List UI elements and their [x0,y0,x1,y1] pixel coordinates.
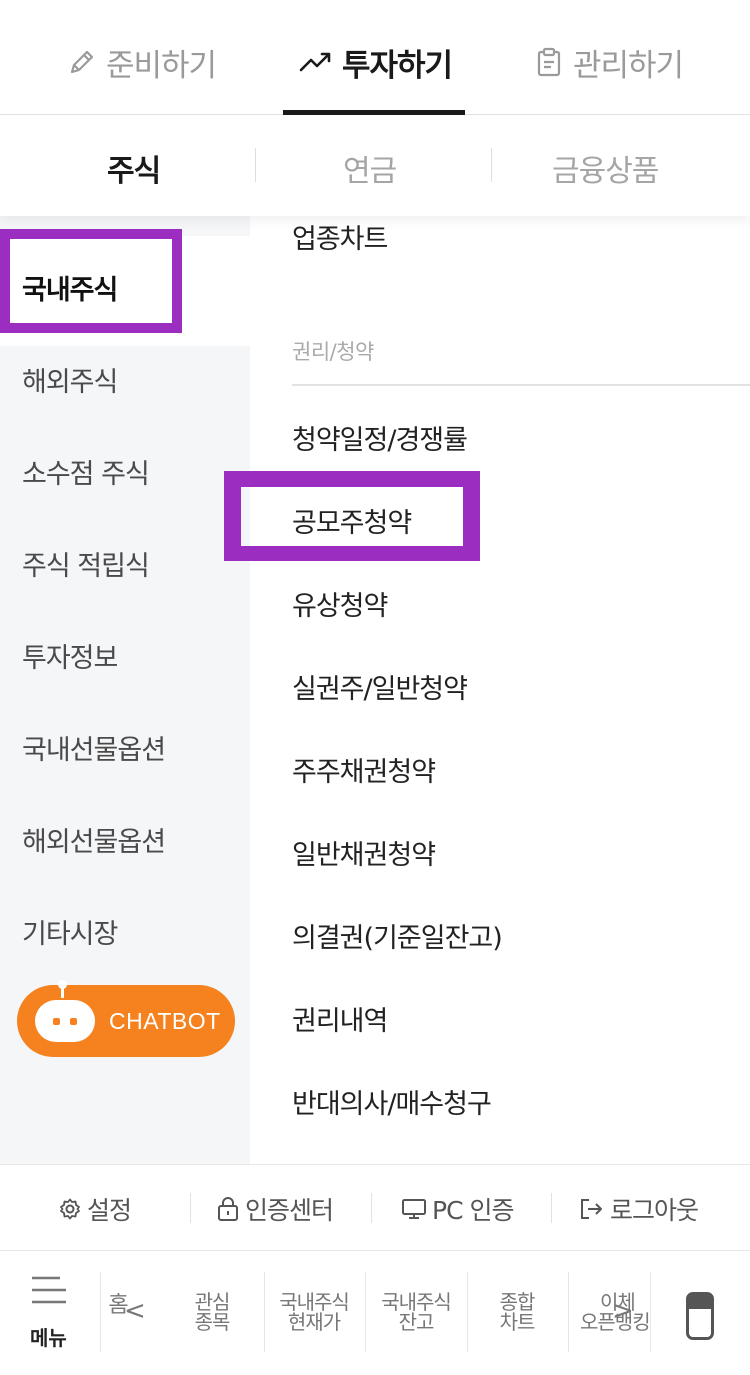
settings-label: 설정 [87,1196,132,1225]
trend-up-icon [299,52,331,72]
tab-manage[interactable]: 관리하기 [533,40,684,84]
bottom-nav: 메뉴 홈 < 관심 종목 국내주식 현재가 국내주식 잔고 종합 차트 이체 오… [0,1252,750,1375]
menu-item-voting-rights[interactable]: 의결권(기준일잔고) [292,916,503,955]
hamburger-icon [32,1276,66,1304]
category-overseas-stock[interactable]: 해외주식 [22,360,118,399]
section-divider [292,384,750,386]
nav-domestic-price-line1: 국내주식 [279,1290,350,1314]
category-domestic-futures[interactable]: 국내선물옵션 [22,728,166,767]
category-investment-info[interactable]: 투자정보 [22,636,118,675]
tab-invest-label: 투자하기 [342,47,453,84]
menu-item-subscription-schedule[interactable]: 청약일정/경쟁률 [292,418,468,457]
nav-chart-line2: 차트 [499,1310,536,1334]
pc-cert-link[interactable]: PC 인증 [401,1191,514,1227]
divider [190,1193,191,1223]
category-stock-savings[interactable]: 주식 적립식 [22,544,150,583]
subtab-financial-products[interactable]: 금융상품 [552,146,659,190]
cert-center-link[interactable]: 인증센터 [216,1191,334,1227]
nav-next-arrow[interactable]: > [612,1296,634,1326]
lock-icon [218,1197,238,1221]
nav-watchlist-line2: 종목 [194,1310,231,1334]
category-overseas-futures[interactable]: 해외선물옵션 [22,820,166,859]
pencil-icon [70,50,94,74]
pc-cert-label: PC 인증 [432,1196,514,1225]
nav-chart[interactable]: 종합 차트 [467,1292,567,1332]
gear-icon [60,1198,80,1220]
subtab-stock[interactable]: 주식 [107,146,161,190]
logout-icon [581,1199,602,1219]
tab-manage-label: 관리하기 [573,47,684,84]
nav-transfer[interactable]: 이체 오픈뱅킹 [568,1292,650,1332]
nav-watchlist-line1: 관심 [194,1290,231,1314]
nav-home-label: 홈 [108,1293,128,1318]
tab-invest[interactable]: 투자하기 [298,40,453,84]
section-title-rights: 권리/청약 [292,340,374,364]
monitor-icon [402,1199,426,1219]
nav-domestic-balance-line1: 국내주식 [381,1290,452,1314]
subtab-pension[interactable]: 연금 [343,146,397,190]
menu-item-general-bond[interactable]: 일반채권청약 [292,833,436,872]
tab-prepare-label: 준비하기 [106,47,217,84]
menu-label: 메뉴 [30,1326,67,1350]
sub-tabs: 주식 연금 금융상품 [0,116,750,216]
logout-link[interactable]: 로그아웃 [579,1191,699,1227]
divider [650,1272,651,1352]
divider [551,1193,552,1223]
phone-icon[interactable] [686,1292,714,1340]
chatbot-button[interactable]: CHATBOT [17,980,235,1057]
menu-item-rights-history[interactable]: 권리내역 [292,999,388,1038]
nav-domestic-price-line2: 현재가 [287,1310,341,1334]
highlight-box-ipo-subscription [224,471,480,561]
nav-watchlist[interactable]: 관심 종목 [162,1292,262,1332]
highlight-box-domestic-stock [0,229,182,333]
active-tab-indicator [283,110,465,115]
menu-item-shareholder-bond[interactable]: 주주채권청약 [292,750,436,789]
nav-domestic-price[interactable]: 국내주식 현재가 [264,1292,364,1332]
logout-label: 로그아웃 [610,1196,699,1225]
menu-item-appraisal-right[interactable]: 반대의사/매수청구 [292,1082,492,1121]
menu-item-industry-chart[interactable]: 업종차트 [292,217,388,256]
nav-prev-arrow[interactable]: < [124,1296,146,1326]
divider [491,148,492,182]
chatbot-label: CHATBOT [109,1007,221,1034]
nav-chart-line1: 종합 [499,1290,536,1314]
top-tabs: 준비하기 투자하기 관리하기 [0,0,750,115]
menu-item-forfeited-shares[interactable]: 실권주/일반청약 [292,667,468,706]
tab-prepare[interactable]: 준비하기 [66,40,217,84]
divider [371,1193,372,1223]
category-fractional-stock[interactable]: 소수점 주식 [22,452,150,491]
menu-item-rights-offering[interactable]: 유상청약 [292,584,388,623]
settings-link[interactable]: 설정 [58,1191,132,1227]
nav-domestic-balance[interactable]: 국내주식 잔고 [366,1292,466,1332]
cert-center-label: 인증센터 [245,1196,334,1225]
footer-links: 설정 인증센터 PC 인증 로그아웃 [0,1164,750,1251]
divider [255,148,256,182]
category-other-markets[interactable]: 기타시장 [22,912,118,951]
nav-home[interactable]: 홈 [68,1293,168,1318]
robot-icon [35,980,95,1042]
nav-domestic-balance-line2: 잔고 [398,1310,435,1334]
clipboard-icon [537,47,561,77]
